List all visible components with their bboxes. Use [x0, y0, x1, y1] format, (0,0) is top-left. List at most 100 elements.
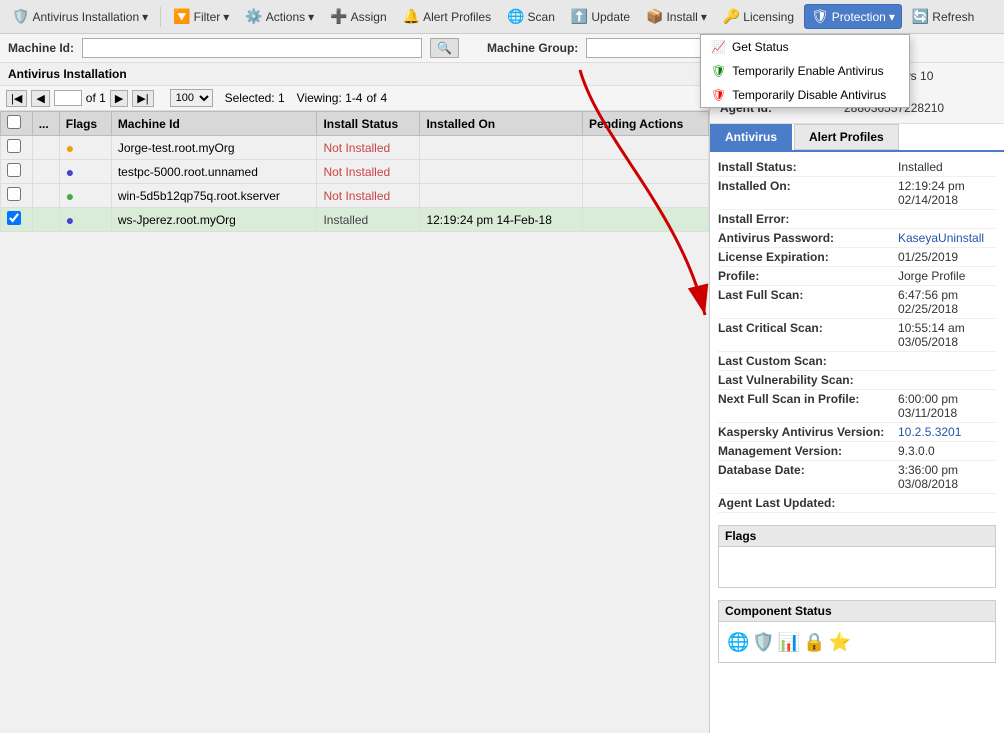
disable-antivirus-icon: 🛡	[711, 88, 726, 102]
detail-row-license-exp: License Expiration: 01/25/2019	[718, 248, 996, 267]
detail-row-profile: Profile: Jorge Profile	[718, 267, 996, 286]
flags-content	[719, 547, 995, 587]
install-btn[interactable]: 📦 Install ▾	[640, 5, 713, 28]
row-checkbox[interactable]	[7, 139, 21, 153]
row-checkbox[interactable]	[7, 187, 21, 201]
row-checkbox[interactable]	[7, 211, 21, 225]
col-machine-id[interactable]: Machine Id	[111, 112, 317, 136]
machine-group-label: Machine Group:	[487, 41, 578, 55]
licensing-btn[interactable]: 🔑 Licensing	[717, 5, 800, 28]
first-page-btn[interactable]: |◀	[6, 90, 27, 107]
update-icon: ⬆️	[571, 8, 588, 25]
right-panel: Operating System: Windows 10 IP Address:…	[710, 63, 1004, 733]
machine-id-input[interactable]	[82, 38, 422, 58]
detail-row-last-vuln-scan: Last Vulnerability Scan:	[718, 371, 996, 390]
detail-row-last-custom-scan: Last Custom Scan:	[718, 352, 996, 371]
detail-row-last-critical-scan: Last Critical Scan: 10:55:14 am 03/05/20…	[718, 319, 996, 352]
protection-btn[interactable]: 🛡 Protection ▾	[804, 4, 902, 29]
col-pending-actions[interactable]: Pending Actions	[583, 112, 709, 136]
component-icon-3: 📊	[778, 632, 800, 653]
row-dots	[32, 160, 59, 184]
row-checkbox[interactable]	[7, 163, 21, 177]
get-status-item[interactable]: 📈 Get Status	[701, 35, 909, 59]
viewing-of: of	[366, 91, 376, 105]
selected-count: Selected: 1	[225, 91, 285, 105]
machine-id-cell: win-5d5b12qp75q.root.kserver	[111, 184, 317, 208]
pending-actions-cell	[583, 208, 709, 232]
component-status-section: Component Status 🌐 🛡️ 📊 🔒 ⭐	[718, 600, 996, 663]
col-install-status[interactable]: Install Status	[317, 112, 420, 136]
tab-alert-profiles[interactable]: Alert Profiles	[794, 124, 899, 150]
install-status-cell: Not Installed	[317, 184, 420, 208]
component-header: Component Status	[719, 601, 995, 622]
enable-antivirus-icon: 🛡	[711, 64, 726, 78]
per-page-select[interactable]: 100 50 25	[170, 89, 213, 107]
pending-actions-cell	[583, 136, 709, 160]
refresh-icon: 🔄	[912, 8, 929, 25]
protection-dropdown: 📈 Get Status 🛡 Temporarily Enable Antivi…	[700, 34, 910, 108]
install-status-cell: Installed	[317, 208, 420, 232]
row-dots	[32, 184, 59, 208]
refresh-btn[interactable]: 🔄 Refresh	[906, 5, 980, 28]
component-icon-1: 🌐	[727, 632, 749, 653]
install-icon: 📦	[646, 8, 663, 25]
dropdown-arrow-icon: ▾	[142, 10, 148, 24]
next-page-btn[interactable]: ▶	[110, 90, 128, 107]
prev-page-btn[interactable]: ◀	[31, 90, 49, 107]
viewing-label: Viewing: 1-4	[297, 91, 363, 105]
filter-btn[interactable]: 🔽 Filter ▾	[167, 5, 235, 28]
flag-icon: ●	[66, 212, 74, 228]
machine-id-cell: Jorge-test.root.myOrg	[111, 136, 317, 160]
alert-profiles-icon: 🔔	[403, 8, 420, 25]
pending-actions-cell	[583, 184, 709, 208]
installed-on-cell	[420, 136, 583, 160]
component-icon-4: 🔒	[803, 632, 825, 653]
table-row: ● Jorge-test.root.myOrg Not Installed	[1, 136, 709, 160]
actions-btn[interactable]: ⚙️ Actions ▾	[239, 5, 320, 28]
enable-antivirus-item[interactable]: 🛡 Temporarily Enable Antivirus	[701, 59, 909, 83]
detail-row-mgmt-version: Management Version: 9.3.0.0	[718, 442, 996, 461]
col-installed-on[interactable]: Installed On	[420, 112, 583, 136]
scan-btn[interactable]: 🌐 Scan	[501, 5, 561, 28]
protection-icon: 🛡	[811, 8, 829, 25]
component-icon-2: 🛡️	[752, 632, 774, 653]
col-flags[interactable]: Flags	[59, 112, 111, 136]
row-dots	[32, 136, 59, 160]
assign-btn[interactable]: ➕ Assign	[324, 5, 392, 28]
search-button[interactable]: 🔍	[430, 38, 459, 58]
installed-on-cell: 12:19:24 pm 14-Feb-18	[420, 208, 583, 232]
table-row: ● win-5d5b12qp75q.root.kserver Not Insta…	[1, 184, 709, 208]
last-page-btn[interactable]: ▶|	[132, 90, 153, 107]
filter-icon: 🔽	[173, 8, 190, 25]
antivirus-installation-btn[interactable]: 🛡️ Antivirus Installation ▾	[6, 5, 154, 28]
flag-icon: ●	[66, 164, 74, 180]
right-panel-tabs: Antivirus Alert Profiles	[710, 124, 1004, 152]
table-body: ● Jorge-test.root.myOrg Not Installed ● …	[1, 136, 709, 232]
update-btn[interactable]: ⬆️ Update	[565, 5, 636, 28]
detail-row-kaspersky-version: Kaspersky Antivirus Version: 10.2.5.3201	[718, 423, 996, 442]
antivirus-table: ... Flags Machine Id Install Status Inst…	[0, 111, 709, 232]
machine-group-input[interactable]: < All Groups >	[586, 38, 716, 58]
detail-row-agent-updated: Agent Last Updated:	[718, 494, 996, 513]
detail-row-install-status: Install Status: Installed	[718, 158, 996, 177]
main-layout: Antivirus Installation |◀ ◀ 1 of 1 ▶ ▶| …	[0, 63, 1004, 733]
table-header-row: ... Flags Machine Id Install Status Inst…	[1, 112, 709, 136]
col-dots: ...	[32, 112, 59, 136]
tab-antivirus[interactable]: Antivirus	[710, 124, 792, 150]
row-dots	[32, 208, 59, 232]
left-panel: Antivirus Installation |◀ ◀ 1 of 1 ▶ ▶| …	[0, 63, 710, 733]
disable-antivirus-item[interactable]: 🛡 Temporarily Disable Antivirus	[701, 83, 909, 107]
select-all-checkbox[interactable]	[7, 115, 21, 129]
table-row: ● testpc-5000.root.unnamed Not Installed	[1, 160, 709, 184]
actions-arrow-icon: ▾	[308, 10, 314, 24]
panel-title: Antivirus Installation	[0, 63, 709, 86]
flags-header: Flags	[719, 526, 995, 547]
page-number-input[interactable]: 1	[54, 90, 82, 106]
component-icon-5: ⭐	[829, 632, 851, 653]
col-checkbox	[1, 112, 33, 136]
pending-actions-cell	[583, 160, 709, 184]
alert-profiles-btn[interactable]: 🔔 Alert Profiles	[397, 5, 497, 28]
detail-row-installed-on: Installed On: 12:19:24 pm 02/14/2018	[718, 177, 996, 210]
detail-row-last-full-scan: Last Full Scan: 6:47:56 pm 02/25/2018	[718, 286, 996, 319]
table-row: ● ws-Jperez.root.myOrg Installed 12:19:2…	[1, 208, 709, 232]
